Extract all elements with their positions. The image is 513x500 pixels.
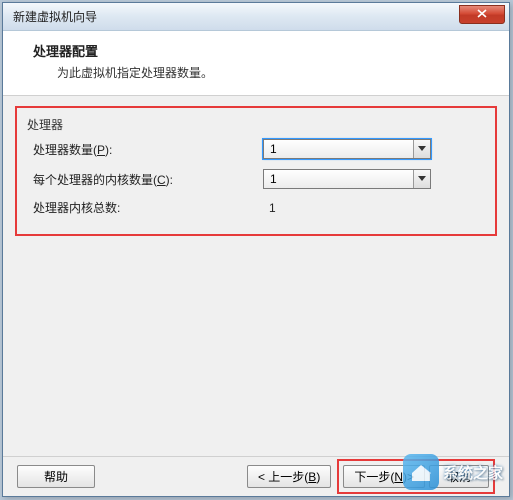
section-label: 处理器 xyxy=(27,116,485,133)
processor-count-label: 处理器数量(P): xyxy=(33,141,263,158)
close-icon xyxy=(477,9,487,21)
close-button[interactable] xyxy=(459,5,505,24)
wizard-window: 新建虚拟机向导 处理器配置 为此虚拟机指定处理器数量。 处理器 处理器数量(P)… xyxy=(2,2,510,497)
highlight-region-buttons: 下一步(N)> 取消 xyxy=(337,459,495,494)
cancel-button[interactable]: 取消 xyxy=(429,465,489,488)
combo-value: 1 xyxy=(270,142,277,156)
combo-value: 1 xyxy=(270,172,277,186)
chevron-down-icon xyxy=(413,170,430,188)
content-area: 处理器 处理器数量(P): 1 每个处理器的内核数量(C): 1 xyxy=(3,96,509,484)
back-button[interactable]: < 上一步(B) xyxy=(247,465,331,488)
total-cores-row: 处理器内核总数: 1 xyxy=(33,199,485,216)
wizard-header: 处理器配置 为此虚拟机指定处理器数量。 xyxy=(3,31,509,96)
wizard-footer: 帮助 < 上一步(B) 下一步(N)> 取消 xyxy=(3,456,509,496)
processor-count-row: 处理器数量(P): 1 xyxy=(33,139,485,159)
cores-per-processor-row: 每个处理器的内核数量(C): 1 xyxy=(33,169,485,189)
total-cores-label: 处理器内核总数: xyxy=(33,199,263,216)
next-button[interactable]: 下一步(N)> xyxy=(343,465,425,488)
page-subtitle: 为此虚拟机指定处理器数量。 xyxy=(33,64,489,81)
cores-per-processor-combo[interactable]: 1 xyxy=(263,169,431,189)
cores-per-processor-label: 每个处理器的内核数量(C): xyxy=(33,171,263,188)
processor-count-combo[interactable]: 1 xyxy=(263,139,431,159)
window-title: 新建虚拟机向导 xyxy=(13,8,97,25)
total-cores-value: 1 xyxy=(263,201,276,215)
chevron-down-icon xyxy=(413,140,430,158)
highlight-region: 处理器 处理器数量(P): 1 每个处理器的内核数量(C): 1 xyxy=(15,106,497,236)
help-button[interactable]: 帮助 xyxy=(17,465,95,488)
titlebar: 新建虚拟机向导 xyxy=(3,3,509,31)
page-title: 处理器配置 xyxy=(33,41,489,60)
